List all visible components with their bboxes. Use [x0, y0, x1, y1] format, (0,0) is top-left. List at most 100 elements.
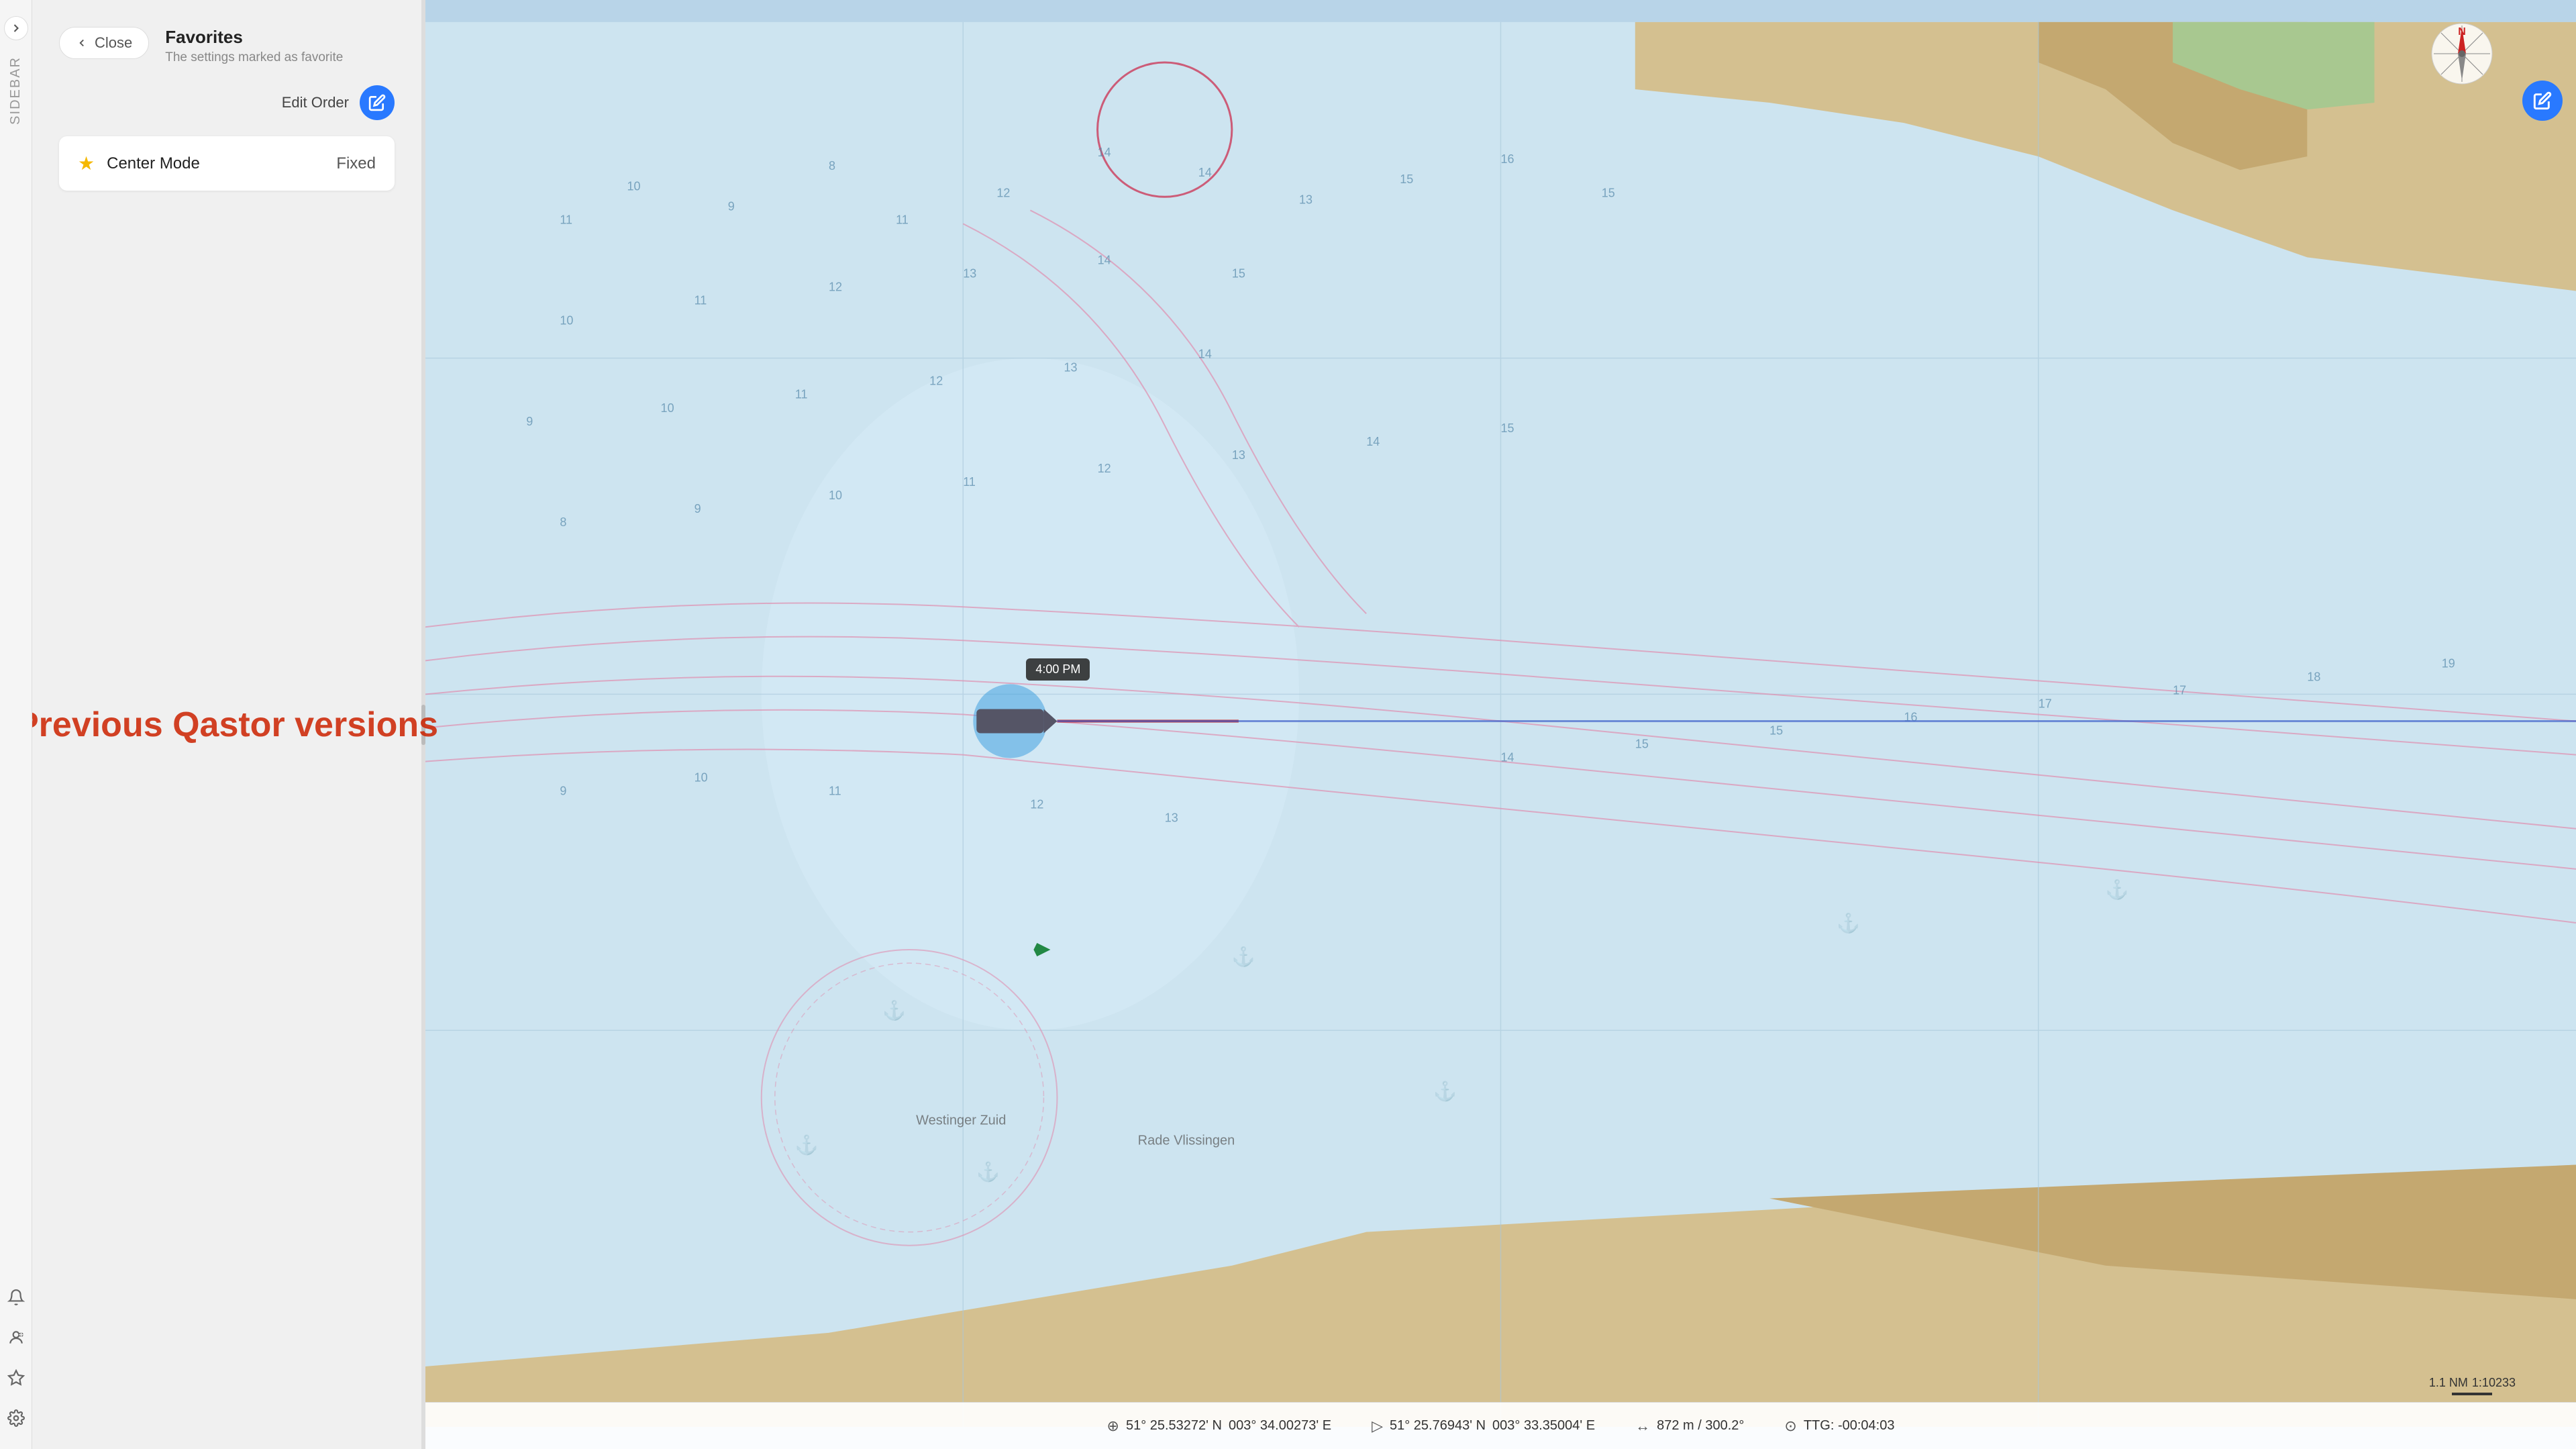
svg-text:10: 10	[560, 314, 573, 328]
speed-icon: ↔	[1635, 1417, 1650, 1435]
map-area[interactable]: ⚓ ⚓ ⚓ ⚓ ⚓ ⚓ ⚓ 11109 81112 141413 151615 …	[425, 0, 2576, 1449]
svg-text:15: 15	[1635, 738, 1649, 751]
ttg-val: TTG: -00:04:03	[1804, 1418, 1895, 1434]
pos1-lat: 51° 25.53272' N	[1126, 1418, 1222, 1434]
favorite-item-left: ★ Center Mode	[78, 152, 200, 174]
speed-bearing: ↔ 872 m / 300.2°	[1635, 1417, 1744, 1435]
position-2: ▷ 51° 25.76943' N 003° 33.35004' E	[1372, 1417, 1595, 1435]
sidebar-expand-button[interactable]	[4, 16, 28, 40]
svg-text:19: 19	[2442, 656, 2455, 670]
panel-subtitle: The settings marked as favorite	[165, 50, 343, 65]
svg-text:11: 11	[560, 213, 572, 226]
svg-text:13: 13	[963, 266, 976, 280]
svg-text:10: 10	[829, 489, 842, 502]
edit-order-button[interactable]	[360, 85, 395, 120]
bell-icon[interactable]	[5, 1287, 27, 1308]
clock-icon: ⊙	[1784, 1417, 1796, 1435]
svg-text:N: N	[2458, 26, 2466, 38]
compass-rose: N	[2428, 20, 2495, 87]
map-edit-button[interactable]	[2522, 81, 2563, 121]
svg-text:9: 9	[560, 785, 566, 798]
scale-nm: 1.1 NM	[2429, 1376, 2468, 1390]
svg-text:10: 10	[627, 179, 640, 193]
panel-title: Favorites	[165, 27, 343, 48]
svg-text:Westinger Zuid: Westinger Zuid	[916, 1113, 1006, 1128]
watermark-text: Previous Qastor versions	[15, 705, 438, 745]
svg-text:14: 14	[1198, 348, 1212, 361]
svg-text:17: 17	[2173, 683, 2186, 697]
svg-text:14: 14	[1098, 253, 1111, 266]
time-label: 4:00 PM	[1035, 662, 1080, 676]
svg-text:13: 13	[1232, 448, 1245, 462]
favorites-panel: Close Favorites The settings marked as f…	[32, 0, 421, 1449]
svg-text:15: 15	[1501, 421, 1514, 435]
svg-text:15: 15	[1232, 266, 1245, 280]
svg-text:⚓: ⚓	[2106, 879, 2129, 901]
svg-text:12: 12	[1030, 798, 1043, 811]
svg-text:11: 11	[963, 475, 976, 489]
svg-text:18: 18	[2307, 670, 2320, 683]
pos2-lon: 003° 33.35004' E	[1492, 1418, 1595, 1434]
svg-text:14: 14	[1198, 166, 1212, 179]
svg-text:14: 14	[1366, 435, 1380, 448]
svg-text:15: 15	[1602, 186, 1615, 199]
speed-val: 872 m / 300.2°	[1657, 1418, 1744, 1434]
sidebar: SIDEBAR	[0, 0, 32, 1449]
svg-text:⚓: ⚓	[882, 999, 906, 1021]
pos2-lat: 51° 25.76943' N	[1390, 1418, 1486, 1434]
cursor-icon: ▷	[1372, 1417, 1383, 1435]
favorite-item-center-mode[interactable]: ★ Center Mode Fixed	[59, 136, 395, 191]
ttg: ⊙ TTG: -00:04:03	[1784, 1417, 1894, 1435]
svg-text:15: 15	[1400, 172, 1413, 186]
crosshair-icon: ⊕	[1107, 1417, 1119, 1435]
svg-text:13: 13	[1299, 193, 1312, 206]
svg-text:⚓: ⚓	[1232, 946, 1255, 968]
svg-text:14: 14	[1501, 751, 1514, 764]
position-1: ⊕ 51° 25.53272' N 003° 34.00273' E	[1107, 1417, 1332, 1435]
svg-text:12: 12	[829, 280, 842, 293]
svg-text:⚓: ⚓	[795, 1134, 819, 1156]
svg-text:10: 10	[661, 401, 674, 415]
panel-header: Close Favorites The settings marked as f…	[59, 27, 395, 65]
favorites-icon[interactable]	[5, 1367, 27, 1389]
svg-text:12: 12	[1098, 462, 1111, 475]
svg-text:13: 13	[1064, 361, 1077, 374]
settings-person-icon[interactable]	[5, 1327, 27, 1348]
svg-text:8: 8	[560, 515, 566, 529]
svg-text:9: 9	[728, 199, 735, 213]
svg-text:17: 17	[2039, 697, 2052, 710]
svg-text:11: 11	[795, 388, 808, 401]
edit-order-label: Edit Order	[282, 94, 349, 111]
map-canvas: ⚓ ⚓ ⚓ ⚓ ⚓ ⚓ ⚓ 11109 81112 141413 151615 …	[425, 0, 2576, 1449]
svg-text:12: 12	[929, 374, 943, 388]
svg-text:14: 14	[1098, 146, 1111, 159]
close-button[interactable]: Close	[59, 27, 149, 59]
scale-zoom: 1:10233	[2472, 1376, 2516, 1390]
svg-text:11: 11	[829, 785, 841, 798]
favorite-item-name: Center Mode	[107, 154, 200, 173]
status-bar: ⊕ 51° 25.53272' N 003° 34.00273' E ▷ 51°…	[425, 1402, 2576, 1449]
star-filled-icon: ★	[78, 152, 95, 174]
svg-text:8: 8	[829, 159, 835, 172]
svg-text:⚓: ⚓	[1837, 912, 1860, 934]
svg-text:11: 11	[694, 294, 707, 307]
svg-text:10: 10	[694, 771, 708, 785]
map-scalebar: 1.1 NM 1:10233	[2429, 1376, 2516, 1395]
svg-text:⚓: ⚓	[1433, 1080, 1457, 1102]
close-label: Close	[95, 34, 132, 52]
time-callout: 4:00 PM	[1026, 658, 1090, 681]
favorite-item-value: Fixed	[336, 154, 376, 173]
gear-icon[interactable]	[5, 1407, 27, 1429]
svg-text:11: 11	[896, 213, 909, 226]
svg-text:Rade Vlissingen: Rade Vlissingen	[1138, 1133, 1235, 1148]
edit-order-row: Edit Order	[59, 85, 395, 120]
svg-text:16: 16	[1501, 152, 1514, 166]
svg-text:13: 13	[1165, 811, 1178, 825]
svg-text:9: 9	[694, 502, 701, 515]
panel-title-block: Favorites The settings marked as favorit…	[165, 27, 343, 65]
svg-text:12: 12	[996, 186, 1010, 199]
pos1-lon: 003° 34.00273' E	[1229, 1418, 1331, 1434]
svg-text:15: 15	[1769, 724, 1783, 738]
sidebar-label: SIDEBAR	[8, 56, 23, 125]
svg-text:⚓: ⚓	[976, 1161, 1000, 1183]
